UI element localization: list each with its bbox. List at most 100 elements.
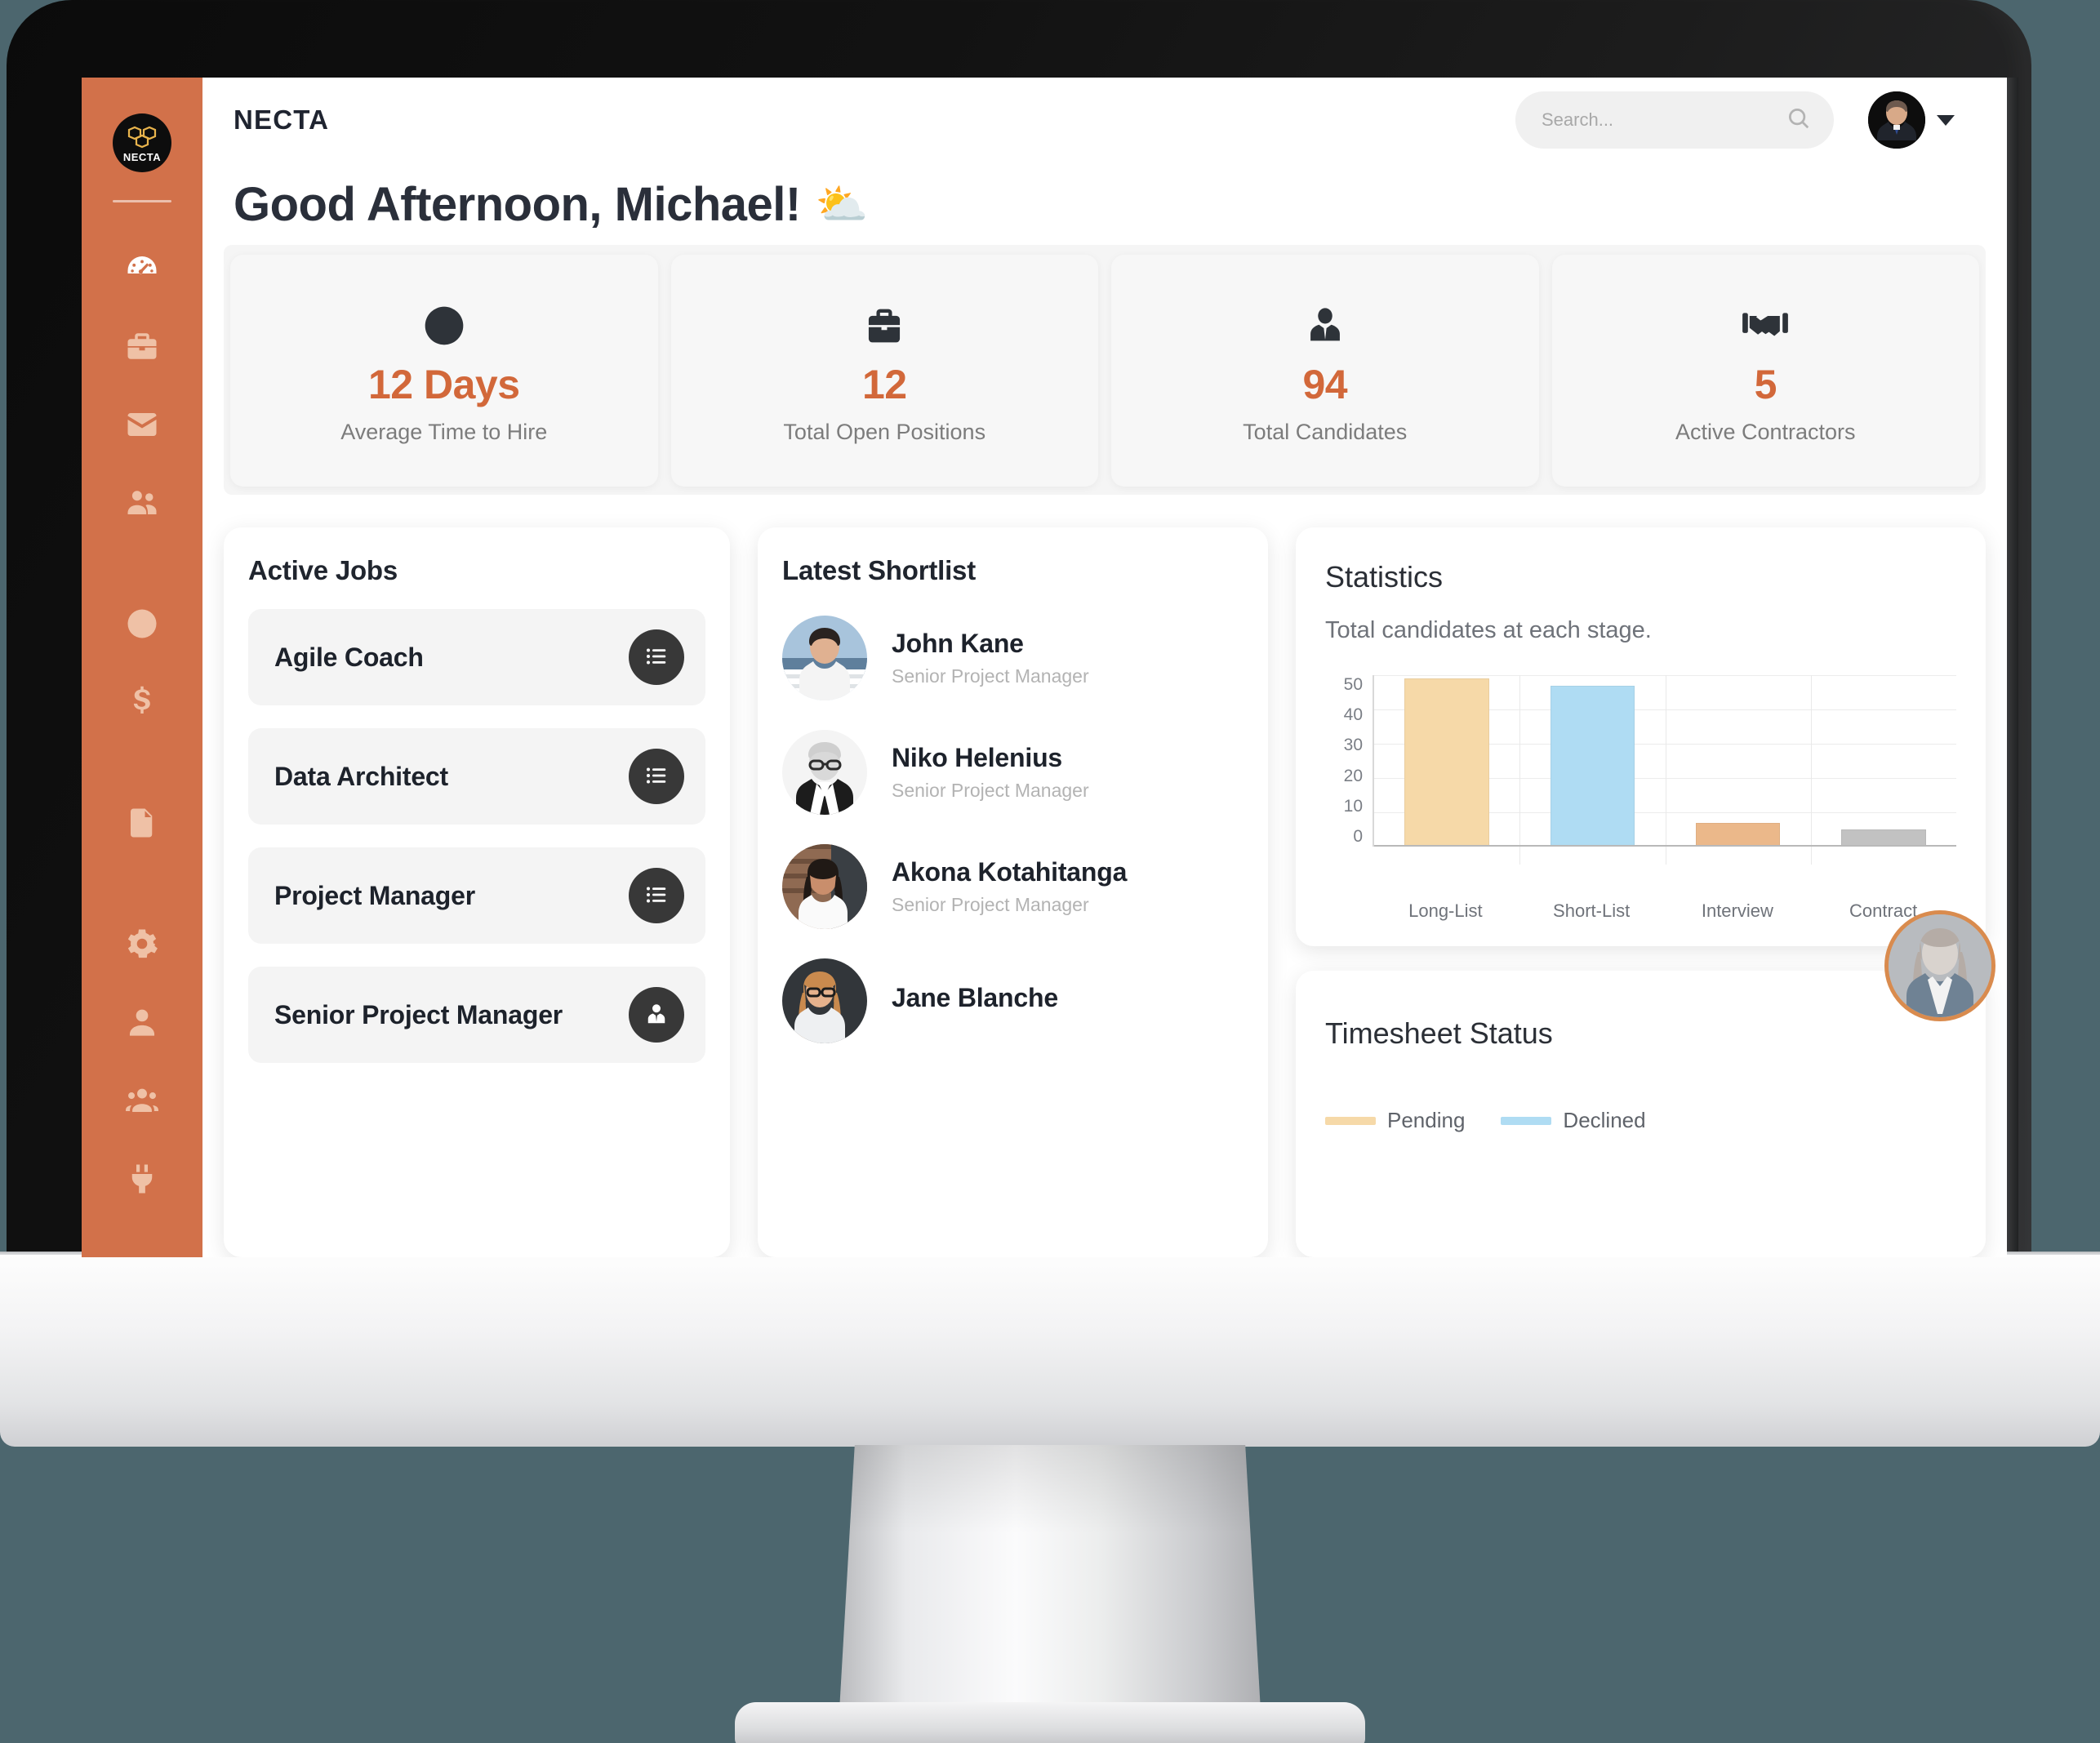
gear-icon — [125, 927, 159, 965]
stat-value: 5 — [1754, 361, 1777, 407]
shortlist-text: John Kane Senior Project Manager — [892, 629, 1089, 687]
job-row[interactable]: Project Manager — [248, 847, 705, 944]
job-row[interactable]: Agile Coach — [248, 609, 705, 705]
shortlist-item[interactable]: Niko Helenius Senior Project Manager — [782, 730, 1244, 815]
shortlist-item[interactable]: Akona Kotahitanga Senior Project Manager — [782, 844, 1244, 929]
stat-card-avg-time-to-hire: 12 Days Average Time to Hire — [230, 255, 658, 487]
sidebar-item-profile[interactable] — [82, 985, 202, 1063]
search-box[interactable] — [1515, 91, 1834, 149]
job-row[interactable]: Senior Project Manager — [248, 967, 705, 1063]
sidebar-item-timesheets[interactable] — [82, 586, 202, 665]
statistics-title: Statistics — [1325, 560, 1444, 594]
stat-label: Total Candidates — [1243, 419, 1408, 444]
sidebar-item-billing[interactable] — [82, 665, 202, 743]
floating-avatar[interactable] — [1884, 910, 1995, 1021]
job-action-button[interactable] — [629, 987, 684, 1043]
timesheet-title: Timesheet Status — [1325, 1016, 1553, 1050]
app-root: NECTA NECTA Search... Good Afternoon, Mi… — [82, 78, 2007, 1257]
chart-x-axis: Long-List Short-List Interview Contract — [1373, 900, 1956, 922]
panel-title: Latest Shortlist — [782, 555, 977, 585]
app-logo[interactable]: NECTA — [113, 113, 171, 172]
panel-title: Active Jobs — [248, 555, 398, 585]
avatar — [782, 616, 867, 700]
honeycomb-logo-icon — [126, 125, 158, 153]
avatar[interactable] — [1868, 91, 1925, 149]
chart-y-axis: 50 40 30 20 10 0 — [1325, 675, 1373, 847]
y-tick: 40 — [1343, 705, 1363, 725]
weather-emoji-icon: ⛅ — [815, 180, 869, 229]
candidate-name: Akona Kotahitanga — [892, 857, 1128, 887]
bar[interactable] — [1841, 829, 1926, 847]
sidebar-item-documents[interactable] — [82, 785, 202, 864]
legend-swatch — [1501, 1116, 1552, 1125]
y-tick: 10 — [1343, 796, 1363, 816]
job-row[interactable]: Data Architect — [248, 728, 705, 825]
stat-label: Total Open Positions — [783, 419, 986, 444]
x-tick: Short-List — [1553, 900, 1631, 921]
legend-item: Declined — [1501, 1108, 1646, 1133]
brand-title: NECTA — [234, 104, 330, 135]
bar-slot — [1374, 675, 1519, 847]
avatar — [782, 844, 867, 929]
topbar-right — [1515, 91, 1955, 149]
legend-swatch — [1325, 1116, 1376, 1125]
screen: NECTA NECTA Search... Good Afternoon, Mi… — [82, 78, 2007, 1257]
user-menu[interactable] — [1868, 91, 1955, 149]
job-action-button[interactable] — [629, 868, 684, 923]
shortlist-text: Jane Blanche — [892, 983, 1058, 1020]
job-action-button[interactable] — [629, 749, 684, 804]
logo-wordmark: NECTA — [122, 151, 162, 163]
chart-bars — [1374, 675, 1956, 847]
dollar-icon — [125, 685, 159, 723]
shortlist-item[interactable]: John Kane Senior Project Manager — [782, 616, 1244, 700]
users-group-icon — [125, 1083, 159, 1122]
search-input[interactable] — [1542, 109, 1786, 131]
legend-item: Pending — [1325, 1108, 1465, 1133]
greeting-text: Good Afternoon, Michael! — [234, 178, 801, 231]
sidebar-item-teams[interactable] — [82, 1063, 202, 1141]
panel-timesheet-status: Timesheet Status Pending Declined — [1296, 910, 1995, 1257]
dashboard-panels: Active Jobs Agile Coach Data Architect P… — [202, 495, 2007, 1257]
timesheet-legend: Pending Declined — [1325, 1108, 1956, 1133]
right-column: Statistics Total candidates at each stag… — [1296, 527, 1995, 1257]
panel-latest-shortlist: Latest Shortlist John Kane Senior Projec… — [758, 527, 1268, 1257]
dashboard-gauge-icon — [125, 251, 159, 289]
stat-card-active-contractors: 5 Active Contractors — [1551, 255, 1979, 487]
shortlist-text: Akona Kotahitanga Senior Project Manager — [892, 857, 1127, 916]
sidebar-item-settings[interactable] — [82, 906, 202, 985]
chevron-down-icon[interactable] — [1937, 114, 1955, 126]
search-icon[interactable] — [1786, 106, 1811, 135]
y-tick: 20 — [1343, 766, 1363, 785]
bar[interactable] — [1404, 678, 1489, 847]
y-tick: 30 — [1343, 736, 1363, 755]
stat-value: 94 — [1302, 361, 1348, 407]
sidebar-item-integrations[interactable] — [82, 1141, 202, 1220]
legend-label: Declined — [1563, 1108, 1646, 1132]
bar-slot — [1811, 675, 1956, 847]
sidebar-item-jobs[interactable] — [82, 309, 202, 387]
clock-icon — [421, 297, 467, 354]
shortlist-text: Niko Helenius Senior Project Manager — [892, 743, 1089, 802]
stat-value: 12 — [861, 361, 907, 407]
job-title: Data Architect — [274, 761, 448, 791]
list-icon — [644, 644, 669, 671]
person-tie-icon — [1305, 297, 1346, 354]
sidebar-item-messages[interactable] — [82, 387, 202, 465]
job-action-button[interactable] — [629, 629, 684, 685]
candidate-role: Senior Project Manager — [892, 780, 1089, 801]
job-title: Agile Coach — [274, 642, 424, 672]
job-title: Project Manager — [274, 880, 475, 910]
candidate-role: Senior Project Manager — [892, 665, 1089, 687]
avatar — [782, 730, 867, 815]
sidebar-item-dashboard[interactable] — [82, 230, 202, 309]
y-tick: 50 — [1343, 675, 1363, 694]
topbar: NECTA — [202, 78, 2007, 162]
list-icon — [644, 883, 669, 909]
bar[interactable] — [1550, 685, 1635, 847]
bar[interactable] — [1695, 822, 1781, 847]
bar-slot — [1519, 675, 1665, 847]
sidebar-item-candidates[interactable] — [82, 465, 202, 544]
shortlist-item[interactable]: Jane Blanche — [782, 958, 1244, 1043]
x-tick: Long-List — [1408, 900, 1483, 921]
stat-value: 12 Days — [367, 361, 520, 407]
